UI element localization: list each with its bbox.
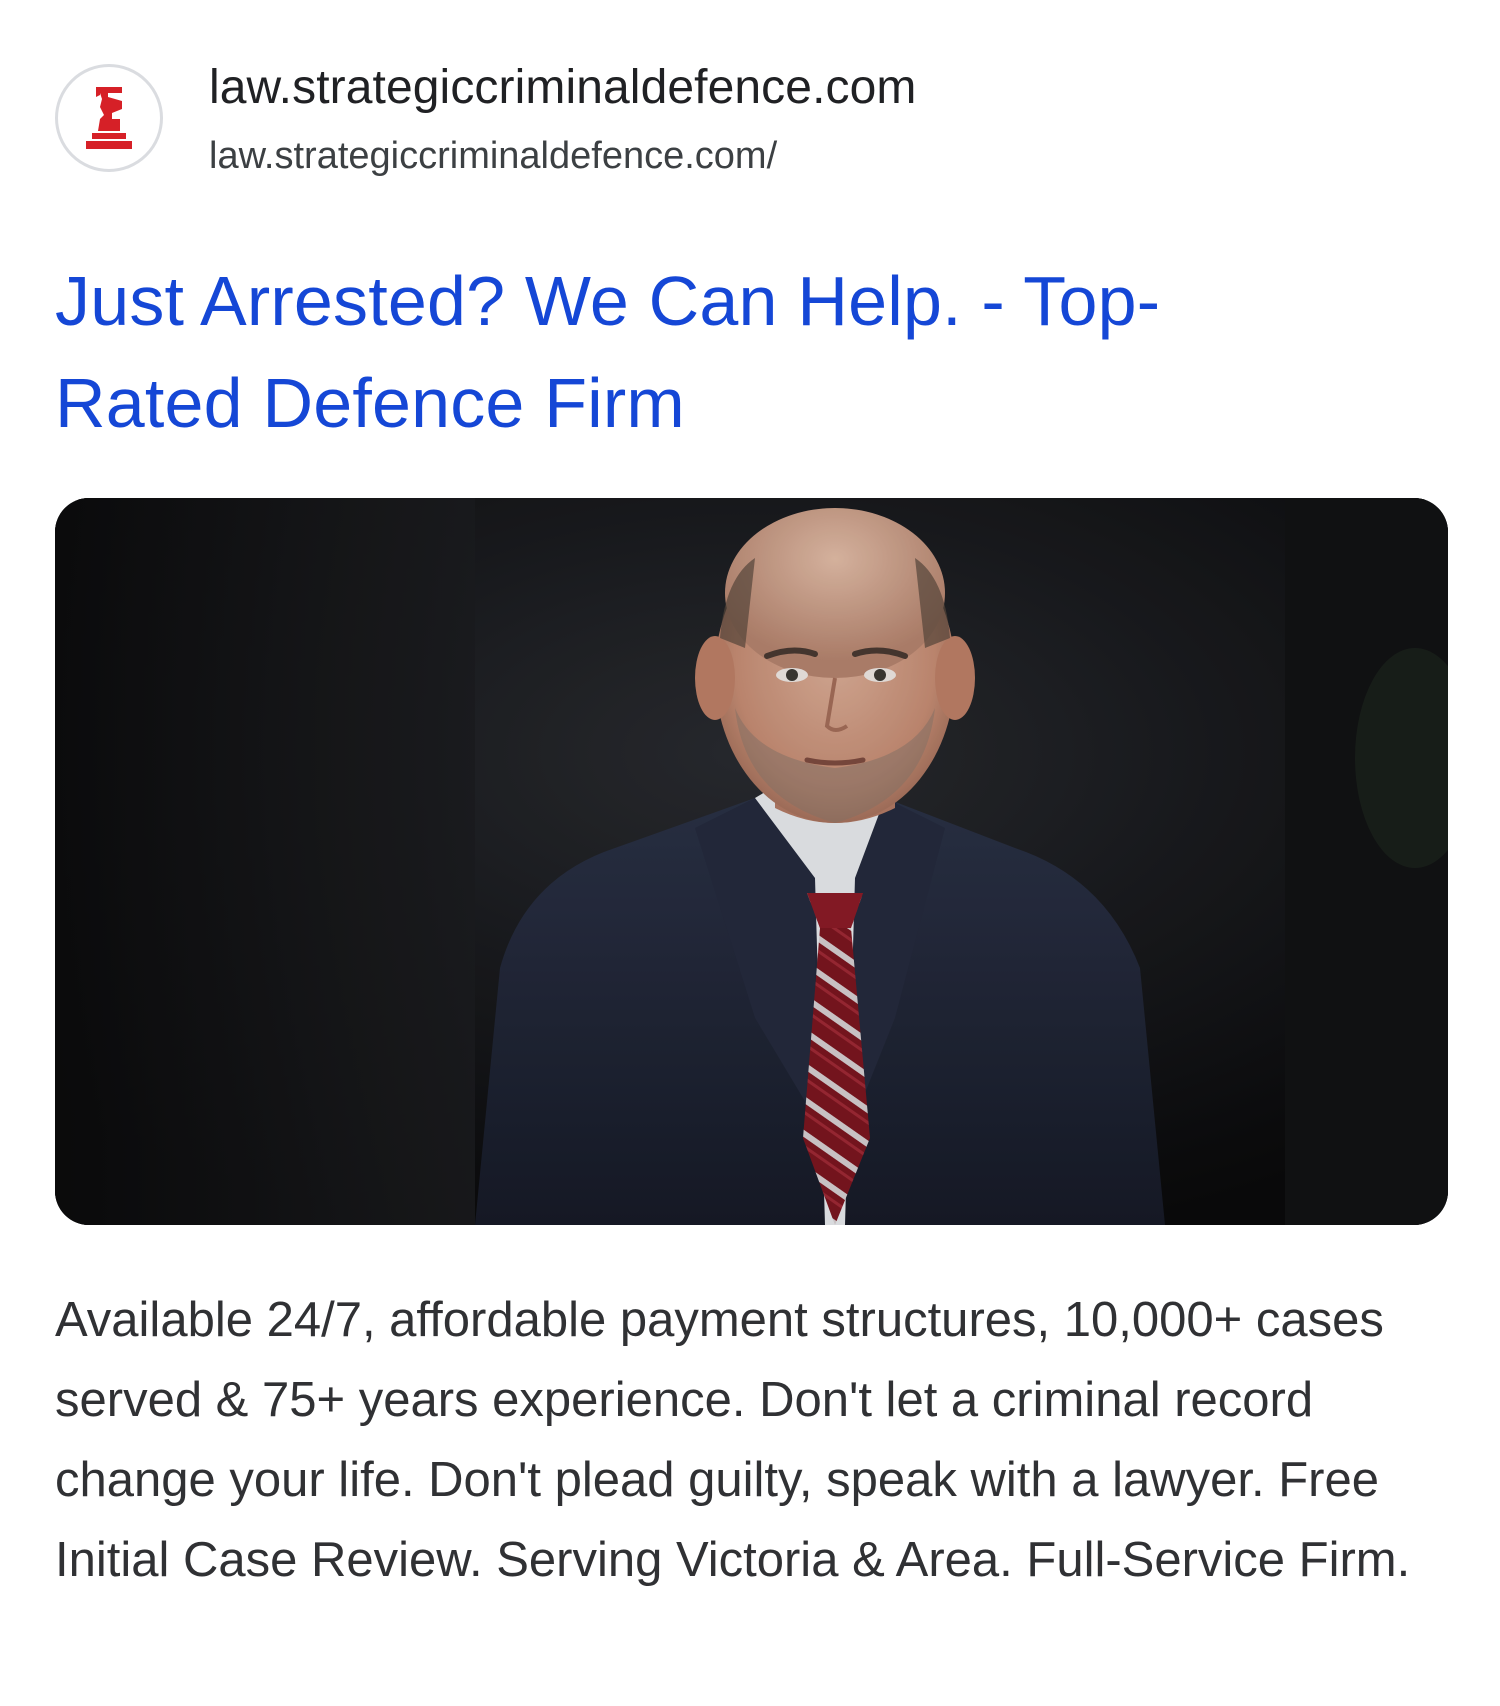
ad-title-line-2[interactable]: Rated Defence Firm [55,364,685,442]
ad-site-header[interactable]: law.strategiccriminaldefence.com law.str… [55,60,1455,190]
chess-knight-icon [86,87,132,149]
ad-description: Available 24/7, affordable payment struc… [55,1293,1411,1587]
ad-title-link[interactable]: Just Arrested? We Can Help. - Top- Rated… [55,250,1415,454]
site-favicon[interactable] [55,64,163,172]
display-url[interactable]: law.strategiccriminaldefence.com/ [209,132,917,180]
ad-title-line-1[interactable]: Just Arrested? We Can Help. - Top- [55,262,1160,340]
site-name[interactable]: law.strategiccriminaldefence.com [209,60,917,116]
lawyer-portrait-image[interactable] [55,498,1448,1225]
portrait-illustration [55,498,1448,1225]
search-ad-card: law.strategiccriminaldefence.com law.str… [0,0,1500,1706]
